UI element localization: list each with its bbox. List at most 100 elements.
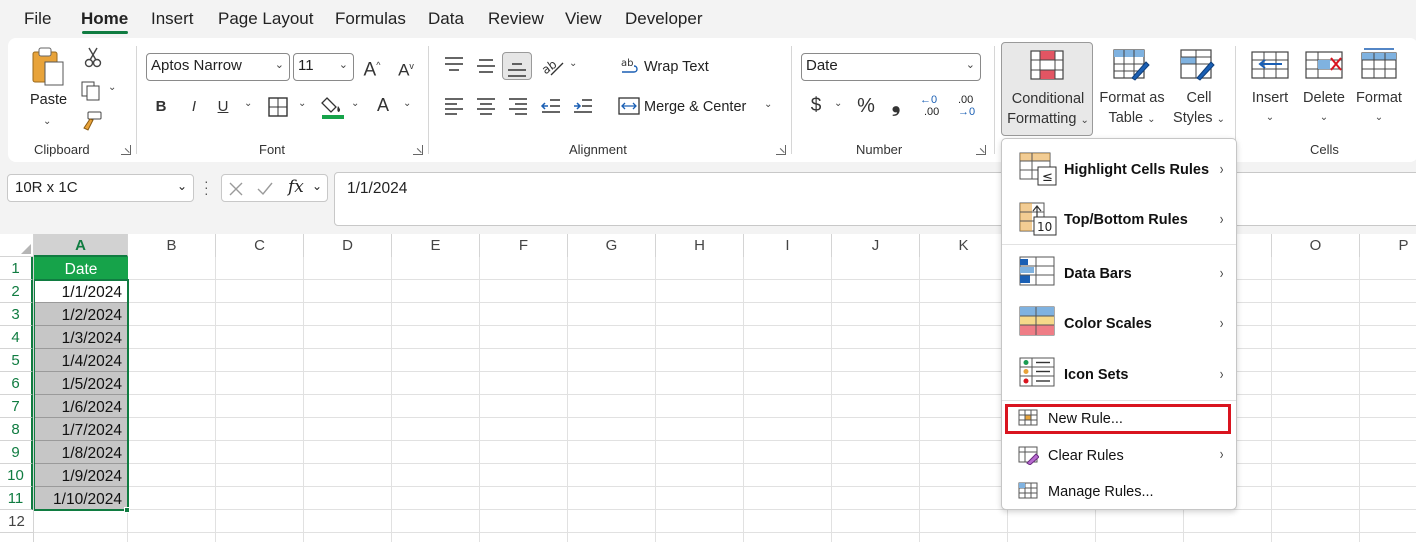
clipboard-launcher-icon[interactable] — [121, 145, 131, 155]
column-header-b[interactable]: B — [128, 234, 216, 257]
column-header-j[interactable]: J — [832, 234, 920, 257]
tab-insert[interactable]: Insert — [151, 9, 194, 29]
decrease-indent-icon[interactable] — [540, 97, 562, 115]
borders-icon[interactable] — [267, 96, 289, 118]
merge-center-button[interactable]: Merge & Center ⌄ — [618, 96, 778, 122]
alignment-launcher-icon[interactable] — [776, 145, 786, 155]
middle-align-icon[interactable] — [475, 58, 497, 76]
number-launcher-icon[interactable] — [976, 145, 986, 155]
select-all-corner[interactable] — [0, 234, 34, 257]
cancel-icon[interactable] — [228, 181, 244, 197]
underline-button[interactable]: U — [215, 97, 231, 117]
delete-cells-button[interactable]: Delete ⌄ — [1299, 42, 1349, 136]
chevron-down-icon[interactable]: ⌄ — [312, 179, 322, 193]
column-header-d[interactable]: D — [304, 234, 392, 257]
menu-item-icon-sets[interactable]: Icon Sets › — [1002, 350, 1236, 400]
conditional-formatting-button[interactable]: Conditional Formatting ⌄ — [1001, 42, 1093, 136]
increase-decimal-button[interactable]: ←0 .00 — [920, 94, 946, 120]
tab-review[interactable]: Review — [488, 9, 544, 29]
comma-style-button[interactable]: ❟ — [888, 93, 904, 115]
insert-cells-button[interactable]: Insert ⌄ — [1245, 42, 1295, 136]
orientation-dropdown-icon[interactable]: ⌄ — [569, 58, 577, 69]
number-format-combo[interactable]: Date ⌄ — [801, 53, 981, 81]
row-header-6[interactable]: 6 — [0, 372, 33, 395]
column-header-k[interactable]: K — [920, 234, 1008, 257]
bold-button[interactable]: B — [153, 97, 169, 117]
tab-view[interactable]: View — [565, 9, 602, 29]
currency-button[interactable]: $ — [808, 96, 824, 116]
row-header-8[interactable]: 8 — [0, 418, 33, 441]
tab-home[interactable]: Home — [81, 9, 128, 29]
bottom-align-button[interactable] — [502, 52, 532, 80]
row-header-3[interactable]: 3 — [0, 303, 33, 326]
merge-center-label: Merge & Center — [644, 99, 747, 115]
borders-dropdown-icon[interactable]: ⌄ — [298, 98, 306, 109]
tab-data[interactable]: Data — [428, 9, 464, 29]
tab-formulas[interactable]: Formulas — [335, 9, 406, 29]
tab-page-layout[interactable]: Page Layout — [218, 9, 313, 29]
column-header-p[interactable]: P — [1360, 234, 1416, 257]
menu-item-color-scales[interactable]: Color Scales › — [1002, 299, 1236, 349]
copy-dropdown-icon[interactable]: ⌄ — [108, 82, 116, 93]
more-options-icon[interactable]: · · · — [204, 174, 209, 200]
tab-file[interactable]: File — [24, 9, 51, 29]
cell-styles-button[interactable]: Cell Styles ⌄ — [1169, 42, 1229, 136]
underline-dropdown-icon[interactable]: ⌄ — [244, 98, 252, 109]
menu-item-data-bars[interactable]: Data Bars › — [1002, 249, 1236, 299]
column-header-g[interactable]: G — [568, 234, 656, 257]
align-center-icon[interactable] — [475, 97, 497, 115]
increase-indent-icon[interactable] — [572, 97, 594, 115]
decrease-decimal-button[interactable]: .00 →0 — [956, 94, 982, 120]
fill-color-dropdown-icon[interactable]: ⌄ — [351, 98, 359, 109]
row-header-5[interactable]: 5 — [0, 349, 33, 372]
cut-icon[interactable] — [83, 46, 103, 68]
font-name-combo[interactable]: Aptos Narrow ⌄ — [146, 53, 290, 81]
italic-button[interactable]: I — [187, 97, 201, 117]
row-header-10[interactable]: 10 — [0, 464, 33, 487]
row-header-4[interactable]: 4 — [0, 326, 33, 349]
orientation-icon[interactable]: ab — [541, 55, 565, 77]
shrink-font-button[interactable]: Av — [394, 56, 418, 81]
column-header-i[interactable]: I — [744, 234, 832, 257]
menu-item-manage-rules[interactable]: Manage Rules... — [1002, 475, 1236, 509]
column-header-c[interactable]: C — [216, 234, 304, 257]
grow-font-button[interactable]: A^ — [360, 55, 384, 80]
currency-dropdown-icon[interactable]: ⌄ — [834, 98, 842, 109]
column-header-f[interactable]: F — [480, 234, 568, 257]
fill-handle[interactable] — [124, 507, 130, 513]
align-right-icon[interactable] — [507, 97, 529, 115]
row-header-1[interactable]: 1 — [0, 257, 33, 280]
column-header-e[interactable]: E — [392, 234, 480, 257]
format-as-table-button[interactable]: Format as Table ⌄ — [1095, 42, 1169, 136]
paste-button[interactable]: Paste ⌄ — [28, 46, 74, 136]
column-header-a[interactable]: A — [34, 234, 128, 257]
column-header-o[interactable]: O — [1272, 234, 1360, 257]
formula-input[interactable]: 1/1/2024 — [334, 172, 1416, 226]
menu-item-top-bottom-rules[interactable]: 10 Top/Bottom Rules › — [1002, 197, 1236, 245]
name-box[interactable]: 10R x 1C ⌄ — [7, 174, 194, 202]
menu-item-highlight-cells-rules[interactable]: ≤ Highlight Cells Rules › — [1002, 147, 1236, 197]
row-header-2[interactable]: 2 — [0, 280, 33, 303]
column-header-h[interactable]: H — [656, 234, 744, 257]
format-painter-icon[interactable] — [80, 110, 104, 132]
align-left-icon[interactable] — [443, 97, 465, 115]
percent-button[interactable]: % — [854, 96, 878, 116]
row-header-12[interactable]: 12 — [0, 510, 33, 533]
font-launcher-icon[interactable] — [413, 145, 423, 155]
row-header-11[interactable]: 11 — [0, 487, 33, 510]
menu-item-clear-rules[interactable]: Clear Rules › — [1002, 439, 1236, 473]
enter-check-icon[interactable] — [256, 181, 274, 197]
wrap-text-button[interactable]: ab Wrap Text — [620, 54, 750, 80]
insert-function-button[interactable]: fx — [288, 177, 304, 197]
tab-developer[interactable]: Developer — [625, 9, 703, 29]
copy-icon[interactable] — [80, 80, 104, 102]
row-header-9[interactable]: 9 — [0, 441, 33, 464]
format-cells-button[interactable]: Format ⌄ — [1351, 42, 1407, 136]
row-header-7[interactable]: 7 — [0, 395, 33, 418]
cell-a1-header[interactable]: Date — [34, 257, 128, 280]
font-color-dropdown-icon[interactable]: ⌄ — [403, 98, 411, 109]
font-size-combo[interactable]: 11 ⌄ — [293, 53, 354, 81]
fill-color-icon[interactable] — [321, 94, 345, 120]
font-color-button[interactable]: A — [374, 95, 392, 115]
top-align-icon[interactable] — [443, 56, 465, 74]
